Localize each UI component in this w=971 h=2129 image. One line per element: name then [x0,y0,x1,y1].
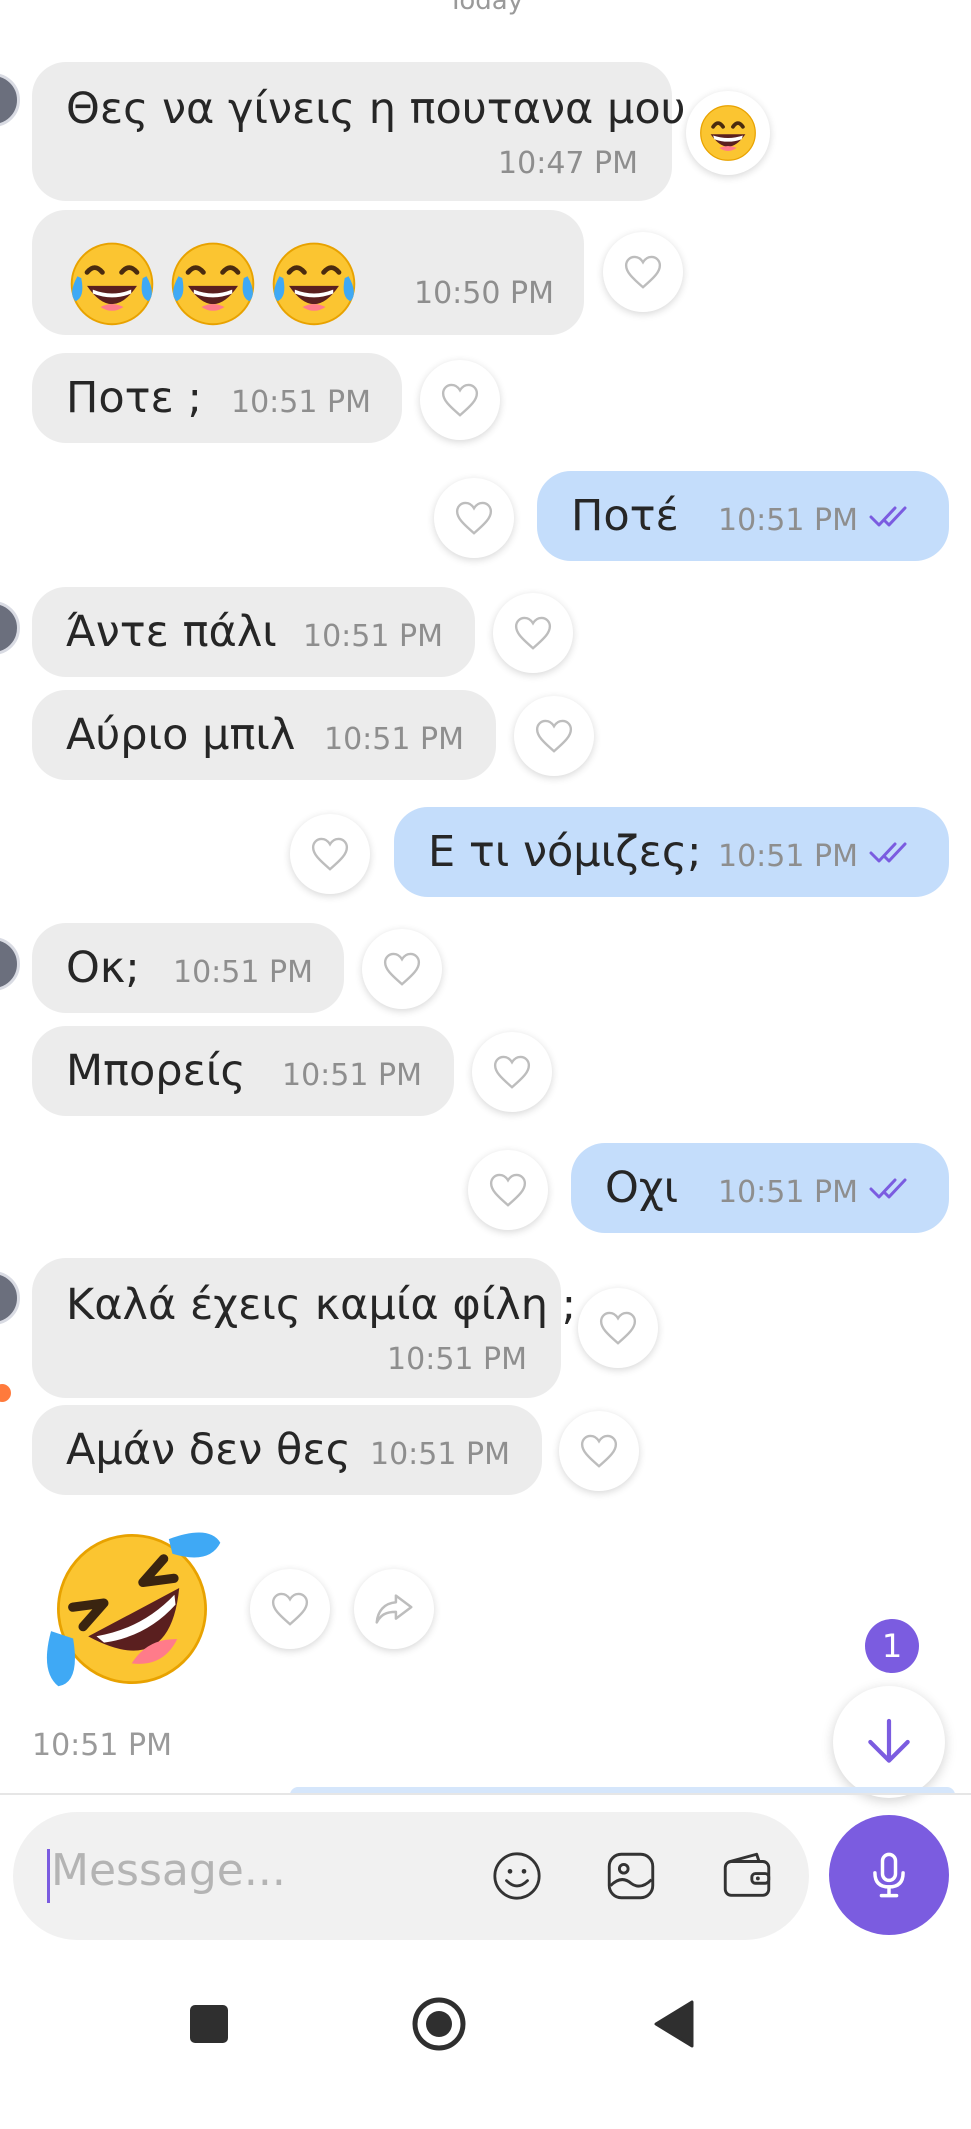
like-button[interactable] [578,1288,658,1368]
heart-icon [438,378,482,422]
heart-icon [486,1168,530,1212]
wallet-icon[interactable] [717,1846,777,1906]
rolling-on-floor-laughing-icon[interactable] [40,1517,224,1701]
share-button[interactable] [354,1569,434,1649]
heart-icon [380,947,424,991]
emoji-message-bubble[interactable]: 😂😂😂 10:50 PM [32,210,584,335]
message-text: Οκ; [66,943,140,993]
message-input[interactable]: Message... [51,1845,286,1896]
home-icon[interactable] [411,1996,467,2052]
read-receipt-icon [869,1177,913,1201]
heart-icon [577,1429,621,1473]
message-text: Καλά έχεις καμία φίλη ; [66,1280,577,1330]
message-text: Άντε πάλι [66,607,277,657]
heart-icon [452,496,496,540]
like-button[interactable] [514,696,594,776]
like-button[interactable] [434,478,514,558]
message-bubble[interactable]: Θες να γίνεις η πουτανα μου ; 10:47 PM [32,62,714,201]
heart-icon [308,832,352,876]
message-text: Ποτε ; [66,373,202,423]
composer-divider [0,1793,971,1795]
message-time: 10:47 PM [498,146,638,181]
like-button[interactable] [472,1032,552,1112]
message-time: 10:51 PM [370,1437,510,1472]
like-button[interactable] [468,1150,548,1230]
microphone-icon [873,1852,905,1898]
like-button[interactable] [362,929,442,1009]
heart-icon [532,714,576,758]
message-time: 10:51 PM [173,955,313,990]
back-icon[interactable] [650,1998,698,2050]
message-time: 10:50 PM [414,276,554,311]
like-button[interactable] [493,593,573,673]
scroll-to-bottom-button[interactable] [833,1686,945,1798]
heart-icon [268,1587,312,1631]
message-time: 10:51 PM [324,722,464,757]
message-bubble[interactable]: Άντε πάλι 10:51 PM [32,587,475,677]
message-text: 😂😂😂 [32,210,36,211]
share-icon [375,1594,413,1624]
message-bubble[interactable]: Οκ; 10:51 PM [32,923,344,1013]
message-time: 10:51 PM [387,1342,527,1377]
read-receipt-icon [869,841,913,865]
contact-avatar[interactable] [0,73,20,127]
reaction-grinning-face-icon[interactable] [686,91,770,175]
grinning-face-icon [700,105,756,161]
outgoing-message-bubble[interactable]: Ποτέ 10:51 PM [537,471,949,561]
heart-icon [596,1306,640,1350]
face-with-tears-of-joy-icon [64,234,160,330]
unread-indicator [0,1384,11,1402]
like-button[interactable] [250,1569,330,1649]
like-button[interactable] [559,1411,639,1491]
message-time: 10:51 PM [718,839,858,874]
outgoing-message-bubble[interactable]: Ε τι νόμιζες; 10:51 PM [394,807,949,897]
face-with-tears-of-joy-icon [266,234,362,330]
message-bubble[interactable]: Μπορείς 10:51 PM [32,1026,454,1116]
message-time: 10:51 PM [282,1058,422,1093]
message-text: Ε τι νόμιζες; [428,827,702,877]
message-time: 10:51 PM [231,385,371,420]
message-bubble[interactable]: Καλά έχεις καμία φίλη ; 10:51 PM [32,1258,576,1398]
message-time: 10:51 PM [718,503,858,538]
unread-count-badge: 1 [865,1619,919,1673]
message-text: Αύριο μπιλ [66,710,296,760]
message-text: Οχι [605,1163,679,1213]
date-separator: Today [447,0,524,16]
outgoing-message-bubble[interactable]: Οχι 10:51 PM [571,1143,949,1233]
recent-apps-icon[interactable] [187,2002,231,2046]
message-time: 10:51 PM [32,1728,172,1763]
heart-icon [621,250,665,294]
sticker-message-text: 🤣 [0,1530,1,1531]
message-text: Μπορείς [66,1046,246,1096]
message-bubble[interactable]: Αμάν δεν θες 10:51 PM [32,1405,542,1495]
message-time: 10:51 PM [718,1175,858,1210]
message-text: Ποτέ [571,491,679,541]
face-with-tears-of-joy-icon [165,234,261,330]
like-button[interactable] [290,814,370,894]
heart-icon [511,611,555,655]
read-receipt-icon [869,505,913,529]
message-bubble[interactable]: Αύριο μπιλ 10:51 PM [32,690,496,780]
like-button[interactable] [603,232,683,312]
contact-avatar[interactable] [0,601,20,655]
system-navigation-bar [0,1960,971,2129]
message-text: Θες να γίνεις η πουτανα μου ; [66,84,714,134]
text-caret [47,1849,50,1903]
voice-record-button[interactable] [829,1815,949,1935]
message-time: 10:51 PM [303,619,443,654]
message-bubble[interactable]: Ποτε ; 10:51 PM [32,353,402,443]
like-button[interactable] [420,360,500,440]
contact-avatar[interactable] [0,1271,20,1325]
message-composer[interactable]: Message... [13,1812,809,1940]
arrow-down-icon [868,1718,910,1763]
gallery-icon[interactable] [601,1846,661,1906]
emoji-icon[interactable] [487,1846,547,1906]
heart-icon [490,1050,534,1094]
message-text: Αμάν δεν θες [66,1425,351,1475]
contact-avatar[interactable] [0,937,20,991]
